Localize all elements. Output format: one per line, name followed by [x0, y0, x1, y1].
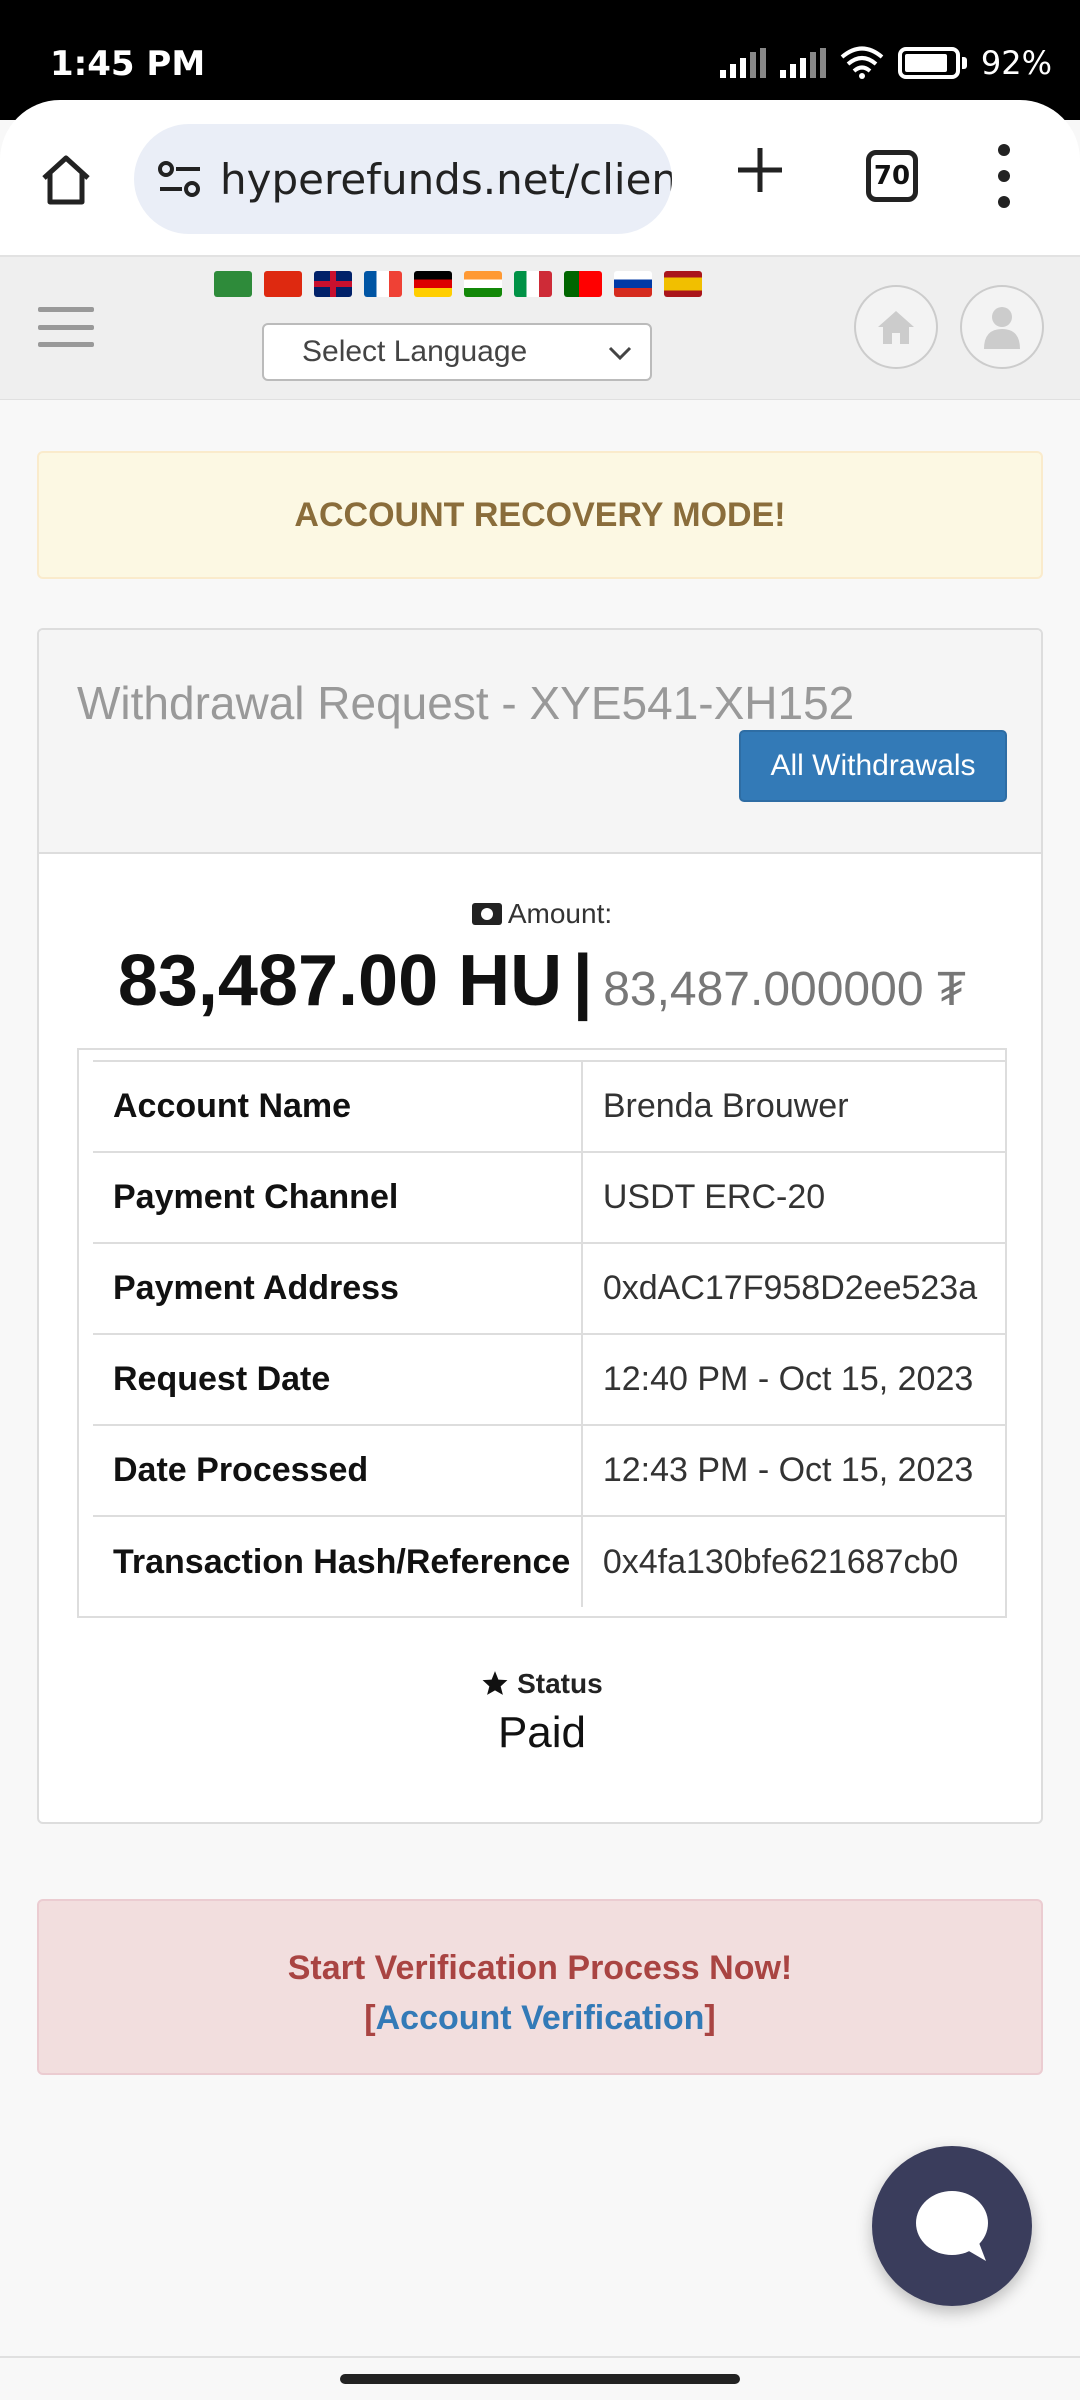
detail-key: Request Date [93, 1333, 583, 1425]
user-icon [984, 307, 1020, 349]
language-flags [214, 271, 702, 297]
signal-icon-2 [779, 48, 826, 78]
detail-value: USDT ERC-20 [581, 1151, 1005, 1243]
new-tab-icon[interactable] [730, 140, 790, 200]
detail-key: Account Name [93, 1060, 583, 1152]
table-row: Account Name Brenda Brouwer [93, 1060, 1005, 1152]
flag-spanish-icon[interactable] [664, 271, 702, 297]
house-icon [878, 311, 914, 344]
battery-icon [897, 47, 967, 79]
status-label: Status [39, 1668, 1041, 1700]
amount-secondary: 83,487.000000 ₮ [603, 963, 967, 1016]
language-select[interactable]: Select Language [262, 323, 652, 381]
amount-label-text: Amount: [507, 898, 613, 929]
star-icon [482, 1671, 508, 1695]
verification-alert: Start Verification Process Now! [Account… [37, 1899, 1043, 2075]
gesture-bar[interactable] [340, 2374, 740, 2384]
table-row: Payment Channel USDT ERC-20 [93, 1151, 1005, 1243]
chat-bubble-icon [916, 2191, 988, 2261]
status-icons: 92% [719, 44, 1052, 82]
panel-title: Withdrawal Request - XYE541-XH152 [77, 677, 855, 729]
table-row: Date Processed 12:43 PM - Oct 15, 2023 [93, 1424, 1005, 1516]
all-withdrawals-button[interactable]: All Withdrawals [739, 730, 1007, 802]
amount-label: Amount: [39, 898, 1041, 930]
verification-link-line: [Account Verification] [39, 1993, 1041, 2043]
profile-button[interactable] [960, 285, 1044, 369]
status-time: 1:45 PM [50, 44, 206, 84]
bracket-open: [ [364, 1999, 376, 2037]
tab-switcher-button[interactable]: 70 [866, 150, 918, 202]
panel-header: Withdrawal Request - XYE541-XH152 All Wi… [39, 630, 1041, 854]
flag-french-icon[interactable] [364, 271, 402, 297]
address-bar[interactable]: hyperefunds.net/client [134, 124, 672, 234]
table-row: Transaction Hash/Reference 0x4fa130bfe621… [93, 1515, 1005, 1607]
money-icon [471, 903, 502, 925]
site-header: Select Language [0, 257, 1080, 400]
flag-italian-icon[interactable] [514, 271, 552, 297]
amount-separator: | [572, 941, 593, 1021]
detail-value: 0x4fa130bfe621687cb0 [581, 1515, 1005, 1607]
flag-portuguese-icon[interactable] [564, 271, 602, 297]
flag-chinese-icon[interactable] [264, 271, 302, 297]
battery-percent: 92% [980, 44, 1052, 82]
detail-value: 12:40 PM - Oct 15, 2023 [581, 1333, 1005, 1425]
flag-arabic-icon[interactable] [214, 271, 252, 297]
flag-hindi-icon[interactable] [464, 271, 502, 297]
table-row: Request Date 12:40 PM - Oct 15, 2023 [93, 1333, 1005, 1425]
chevron-down-icon [608, 346, 632, 361]
detail-value: Brenda Brouwer [581, 1060, 1005, 1152]
hamburger-menu-icon[interactable] [38, 307, 94, 347]
chat-button[interactable] [872, 2146, 1032, 2306]
detail-key: Payment Channel [93, 1151, 583, 1243]
wifi-icon [840, 46, 884, 79]
detail-value: 12:43 PM - Oct 15, 2023 [581, 1424, 1005, 1516]
url-text[interactable]: hyperefunds.net/client [220, 155, 672, 204]
recovery-mode-alert: ACCOUNT RECOVERY MODE! [37, 451, 1043, 579]
detail-value: 0xdAC17F958D2ee523a [581, 1242, 1005, 1334]
flag-german-icon[interactable] [414, 271, 452, 297]
amount-main: 83,487.00 HU [117, 941, 563, 1021]
detail-key: Payment Address [93, 1242, 583, 1334]
detail-key: Date Processed [93, 1424, 583, 1516]
nav-divider [0, 2356, 1080, 2358]
amount-row: 83,487.00 HU | 83,487.000000 ₮ [39, 940, 1041, 1022]
status-label-text: Status [517, 1668, 603, 1699]
withdrawal-panel: Withdrawal Request - XYE541-XH152 All Wi… [37, 628, 1043, 1824]
language-select-label: Select Language [302, 335, 528, 368]
details-table: Account Name Brenda Brouwer Payment Chann… [77, 1048, 1007, 1618]
home-button[interactable] [854, 285, 938, 369]
verification-title: Start Verification Process Now! [287, 1949, 793, 1987]
account-verification-link[interactable]: Account Verification [376, 1999, 705, 2037]
flag-english-icon[interactable] [314, 271, 352, 297]
status-value: Paid [497, 1708, 587, 1757]
detail-key: Transaction Hash/Reference [93, 1515, 583, 1607]
browser-toolbar: hyperefunds.net/client 70 [0, 100, 1080, 257]
home-icon[interactable] [38, 152, 94, 208]
flag-russian-icon[interactable] [614, 271, 652, 297]
table-row: Payment Address 0xdAC17F958D2ee523a [93, 1242, 1005, 1334]
bracket-close: ] [704, 1999, 716, 2037]
signal-icon [719, 48, 766, 78]
recovery-mode-text: ACCOUNT RECOVERY MODE! [294, 495, 786, 534]
site-settings-icon[interactable] [154, 159, 206, 199]
more-menu-icon[interactable] [994, 144, 1014, 208]
